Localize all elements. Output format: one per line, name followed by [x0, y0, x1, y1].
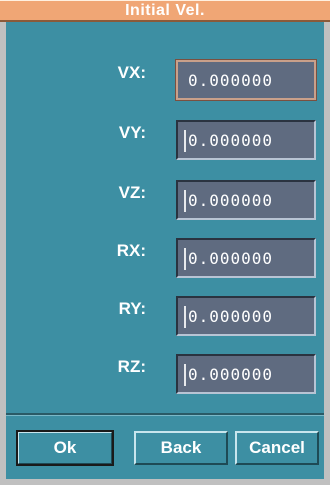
vz-input[interactable]: 0.000000 [176, 180, 316, 220]
dialog-title: Initial Vel. [125, 2, 205, 19]
vy-input[interactable]: 0.000000 [176, 120, 316, 160]
vy-value: 0.000000 [188, 131, 274, 150]
vx-value: 0.000000 [188, 71, 274, 90]
ok-button[interactable]: Ok [16, 430, 114, 466]
button-separator [6, 413, 324, 416]
rz-value: 0.000000 [188, 365, 274, 384]
vy-label: VY: [118, 123, 146, 142]
text-cursor [184, 364, 186, 386]
rx-value: 0.000000 [188, 249, 274, 268]
back-button[interactable]: Back [134, 431, 228, 465]
ry-label: RY: [118, 299, 146, 318]
ry-value: 0.000000 [188, 307, 274, 326]
vx-input[interactable]: 0.000000 [175, 59, 317, 101]
text-cursor [184, 306, 186, 328]
vz-label: VZ: [118, 183, 146, 202]
vz-value: 0.000000 [188, 191, 274, 210]
text-cursor [184, 130, 186, 152]
vx-label: VX: [117, 63, 146, 82]
text-cursor [184, 248, 186, 270]
cancel-button[interactable]: Cancel [235, 431, 319, 465]
rz-input[interactable]: 0.000000 [176, 354, 316, 394]
rz-label: RZ: [117, 357, 146, 376]
rx-label: RX: [116, 241, 146, 260]
title-bar[interactable]: Initial Vel. [0, 0, 330, 22]
text-cursor [184, 190, 186, 212]
ry-input[interactable]: 0.000000 [176, 296, 316, 336]
rx-input[interactable]: 0.000000 [176, 238, 316, 278]
